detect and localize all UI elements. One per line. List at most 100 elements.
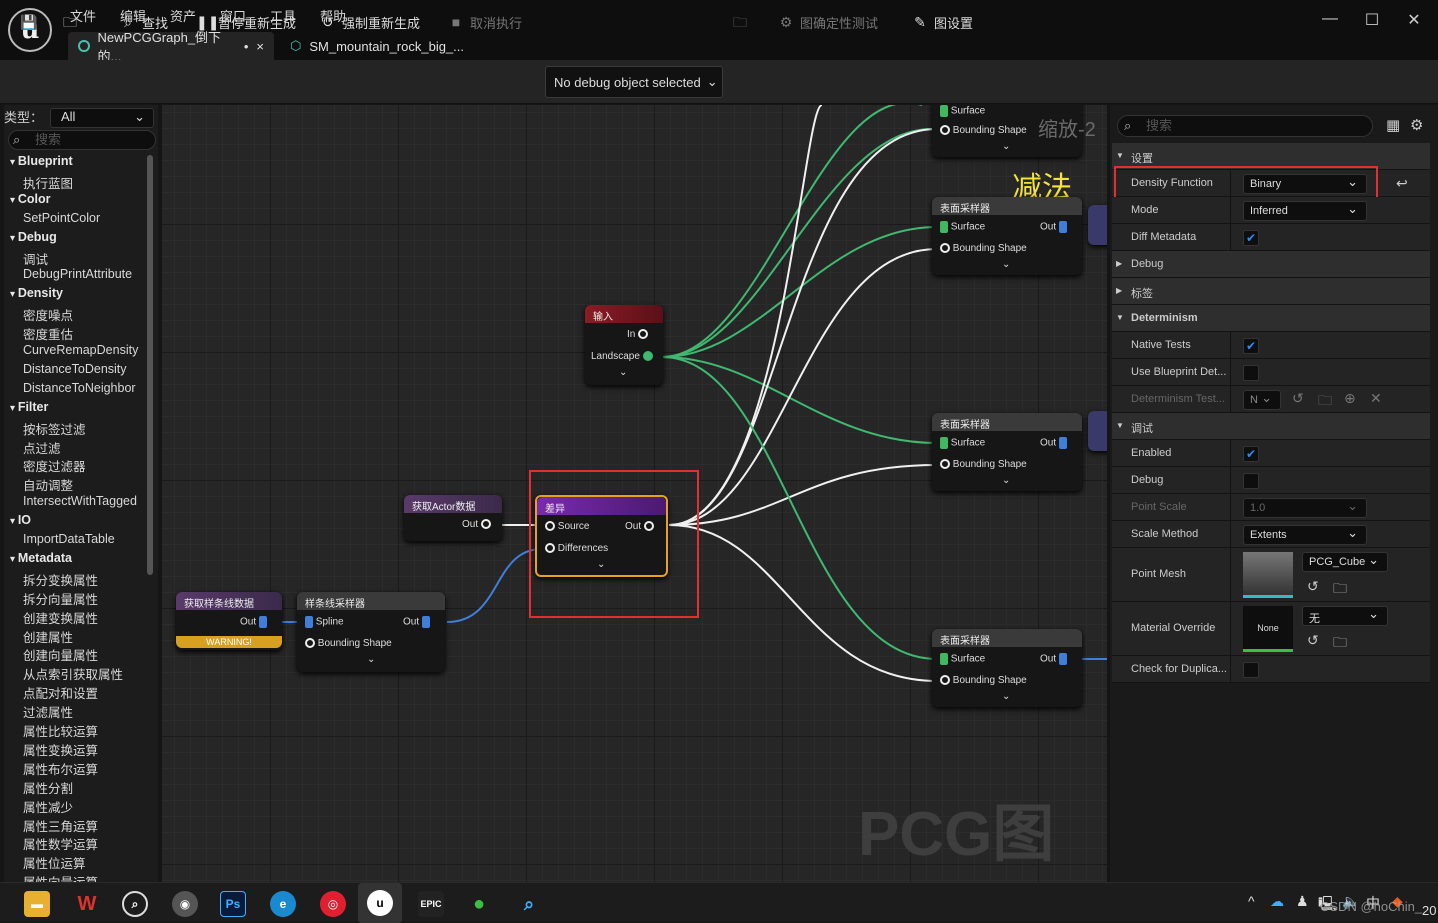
property-row[interactable]: Diff Metadata ✔	[1112, 224, 1430, 251]
browse-icon[interactable]: 🗀	[1333, 632, 1347, 656]
property-checkbox[interactable]	[1243, 662, 1259, 678]
reset-to-default-icon[interactable]: ↩	[1396, 175, 1408, 192]
property-checkbox[interactable]	[1243, 365, 1259, 381]
palette-item[interactable]: 创建变换属性	[23, 608, 98, 627]
palette-item[interactable]: 属性三角运算	[23, 816, 98, 835]
expand-arrow-icon[interactable]: ▶	[1116, 259, 1122, 268]
property-checkbox[interactable]	[1243, 473, 1259, 489]
palette-item[interactable]: 自动调整	[23, 475, 73, 494]
palette-item[interactable]: 属性变换运算	[23, 740, 98, 759]
palette-item[interactable]: 执行蓝图	[23, 173, 73, 192]
unreal-taskbar-icon[interactable]: u	[358, 883, 402, 923]
menu-item[interactable]: 文件	[70, 6, 96, 25]
menu-item[interactable]: 帮助	[320, 6, 346, 25]
reset-icon[interactable]: ↺	[1307, 578, 1319, 595]
collapse-arrow-icon[interactable]: ▼	[1116, 421, 1124, 430]
palette-item[interactable]: 创建属性	[23, 627, 73, 646]
palette-item[interactable]: DistanceToNeighbor	[23, 381, 136, 395]
expand-arrow-icon[interactable]: ▶	[1116, 286, 1122, 295]
property-value-select[interactable]: Extents	[1243, 525, 1367, 545]
property-value-select[interactable]: Inferred	[1243, 201, 1367, 221]
palette-category[interactable]: ▾ IO	[10, 513, 31, 527]
property-row[interactable]: Determinism Test... N ↺ 🗀 ⊕ ✕	[1112, 386, 1430, 413]
surface-sampler-node-2[interactable]: 表面采样器 Surface Out Bounding Shape ⌄	[932, 413, 1082, 491]
palette-search-input[interactable]: ⌕ 搜索	[8, 130, 156, 150]
palette-item[interactable]: DistanceToDensity	[23, 362, 127, 376]
property-row[interactable]: ▼ 调试	[1112, 413, 1430, 440]
tab-pcg-graph[interactable]: NewPCGGraph_倒下的... • ×	[68, 30, 274, 64]
menu-item[interactable]: 编辑	[120, 6, 146, 25]
property-row[interactable]: Check for Duplica...	[1112, 656, 1430, 683]
palette-item[interactable]: 点过滤	[23, 438, 61, 457]
palette-category[interactable]: ▾ Density	[10, 286, 63, 300]
expand-chevron-icon[interactable]: ⌄	[1002, 259, 1010, 270]
tray-app-icon[interactable]: ☁	[1270, 893, 1284, 910]
determinism-select[interactable]: N	[1243, 390, 1281, 410]
property-row[interactable]: Use Blueprint Det...	[1112, 359, 1430, 386]
tab-static-mesh[interactable]: ⬡ SM_mountain_rock_big_...	[280, 32, 480, 60]
file-explorer-icon[interactable]: ▬	[24, 891, 50, 917]
palette-item[interactable]: 创建向量属性	[23, 645, 98, 664]
palette-item[interactable]: 拆分向量属性	[23, 589, 98, 608]
property-checkbox[interactable]: ✔	[1243, 446, 1259, 462]
palette-category[interactable]: ▾ Metadata	[10, 551, 72, 565]
palette-item[interactable]: 点配对和设置	[23, 683, 98, 702]
palette-item[interactable]: 从点索引获取属性	[23, 664, 123, 683]
expand-chevron-icon[interactable]: ⌄	[1002, 691, 1010, 702]
epic-games-icon[interactable]: EPIC	[418, 891, 444, 917]
palette-item[interactable]: 属性数学运算	[23, 834, 98, 853]
surface-sampler-node-3[interactable]: 表面采样器 Surface Out Bounding Shape ⌄	[932, 629, 1082, 707]
palette-category[interactable]: ▾ Debug	[10, 230, 57, 244]
palette-item[interactable]: 过滤属性	[23, 702, 73, 721]
palette-item[interactable]: ImportDataTable	[23, 532, 115, 546]
property-value-select[interactable]: 1.0	[1243, 498, 1367, 518]
wps-icon[interactable]: W	[74, 891, 100, 917]
palette-category[interactable]: ▾ Color	[10, 192, 50, 206]
menu-item[interactable]: 工具	[270, 6, 296, 25]
property-row[interactable]: Scale Method Extents	[1112, 521, 1430, 548]
palette-item[interactable]: 拆分变换属性	[23, 570, 98, 589]
table-view-icon[interactable]: ▦	[1386, 116, 1400, 134]
tray-qq-icon[interactable]: ♟	[1296, 893, 1309, 910]
close-window-button[interactable]: ✕	[1404, 10, 1424, 30]
minimize-button[interactable]: —	[1320, 10, 1340, 28]
netease-music-icon[interactable]: ◎	[320, 891, 346, 917]
browse-icon[interactable]: 🗀	[1333, 578, 1347, 602]
spline-sampler-node[interactable]: 样条线采样器 Spline Out Bounding Shape ⌄	[297, 592, 445, 672]
property-row[interactable]: Mode Inferred	[1112, 197, 1430, 224]
palette-item[interactable]: 密度过滤器	[23, 456, 86, 475]
browse-icon[interactable]: 🗀	[1318, 390, 1332, 414]
expand-chevron-icon[interactable]: ⌄	[1002, 141, 1010, 152]
palette-item[interactable]: 属性比较运算	[23, 721, 98, 740]
graph-canvas[interactable]: Surface Bounding Shape ⌄ 缩放-2 减法 表面采样器 S…	[162, 105, 1107, 882]
blender-icon[interactable]: ◉	[172, 891, 198, 917]
menu-item[interactable]: 窗口	[220, 6, 246, 25]
determinism-test-button[interactable]: ⚙ 图确定性测试	[778, 10, 878, 34]
save-button[interactable]: 💾	[20, 10, 37, 34]
property-checkbox[interactable]: ✔	[1243, 230, 1259, 246]
property-row[interactable]: ▶ Debug	[1112, 251, 1430, 278]
property-row[interactable]: Enabled ✔	[1112, 440, 1430, 467]
property-row[interactable]: Point Scale 1.0	[1112, 494, 1430, 521]
debug-object-select[interactable]: No debug object selected ⌄	[545, 66, 723, 98]
palette-category[interactable]: ▾ Blueprint	[10, 154, 73, 168]
palette-item[interactable]: IntersectWithTagged	[23, 494, 137, 508]
property-row[interactable]: ▶ 标签	[1112, 278, 1430, 305]
mesh-thumbnail[interactable]	[1243, 552, 1293, 598]
reset-icon[interactable]: ↺	[1292, 390, 1304, 407]
palette-item[interactable]: 密度噪点	[23, 305, 73, 324]
expand-chevron-icon[interactable]: ⌄	[1002, 475, 1010, 486]
property-row[interactable]: Native Tests ✔	[1112, 332, 1430, 359]
partial-node[interactable]	[1088, 411, 1107, 451]
add-icon[interactable]: ⊕	[1344, 390, 1356, 407]
property-row[interactable]: Material Override None 无 ↺ 🗀	[1112, 602, 1430, 656]
maximize-button[interactable]: ☐	[1362, 10, 1382, 30]
palette-item[interactable]: CurveRemapDensity	[23, 343, 138, 357]
palette-item[interactable]: DebugPrintAttribute	[23, 267, 132, 281]
palette-category[interactable]: ▾ Filter	[10, 400, 48, 414]
collapse-arrow-icon[interactable]: ▼	[1116, 313, 1124, 322]
palette-scrollbar[interactable]	[147, 155, 153, 575]
wechat-icon[interactable]: ●	[466, 891, 492, 917]
material-thumbnail[interactable]: None	[1243, 606, 1293, 652]
property-row[interactable]: ▼ Determinism	[1112, 305, 1430, 332]
